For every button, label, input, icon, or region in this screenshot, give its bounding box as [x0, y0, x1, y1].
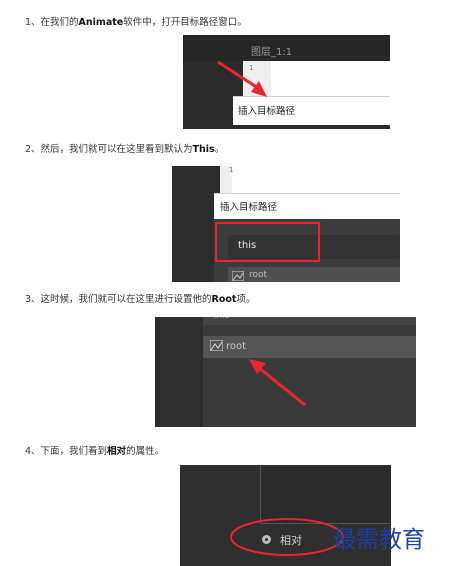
pointer-arrow-icon: [217, 60, 267, 97]
step-3-text: 3、这时候，我们就可以在这里进行设置他的Root项。: [25, 294, 256, 305]
step-4-text: 4、下面，我们看到相对的属性。: [25, 446, 165, 457]
highlight-box: [215, 222, 320, 262]
movieclip-icon: [232, 271, 244, 281]
step-2-text: 2、然后，我们就可以在这里看到默认为This。: [25, 144, 225, 155]
watermark: 最需教育: [333, 527, 425, 553]
screenshot-2: 1 插入目标路径 this root: [172, 166, 400, 282]
screenshot-1: 图层_1:1 1 插入目标路径: [183, 35, 390, 129]
pointer-arrow-icon: [249, 359, 306, 407]
screenshot-3: this root: [155, 317, 416, 427]
step-1-text: 1、在我们的Animate软件中，打开目标路径窗口。: [25, 17, 247, 28]
